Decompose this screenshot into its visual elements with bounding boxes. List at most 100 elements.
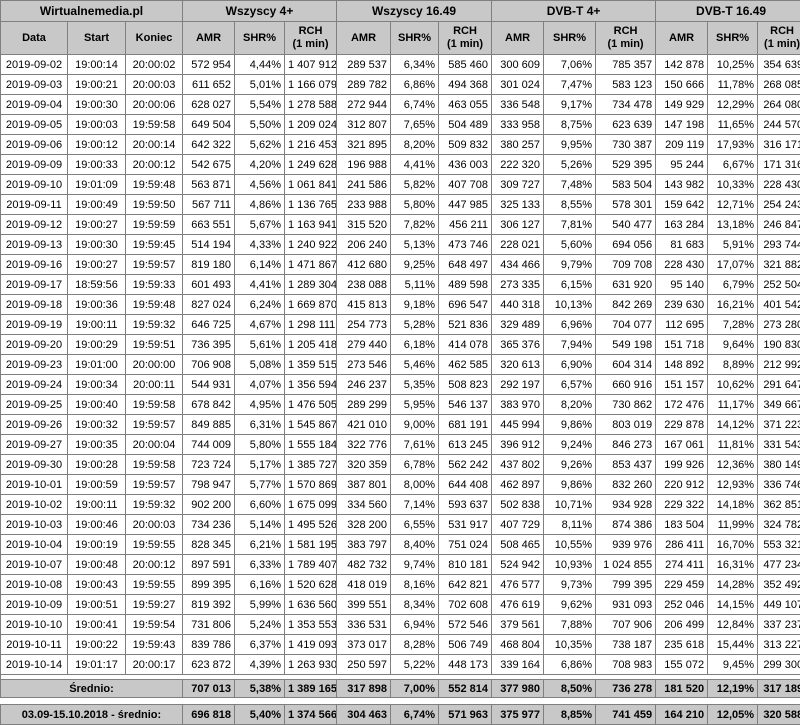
cell-amr: 163 284 [656,215,708,235]
cell-shr: 5,28% [391,315,439,335]
cell-shr: 7,88% [544,615,596,635]
table-row: 2019-09-2719:00:3520:00:04744 0095,80%1 … [1,435,800,455]
cell-end: 19:59:48 [126,295,183,315]
previous-cell-amr: 375 977 [492,705,544,725]
previous-cell-amr: 164 210 [656,705,708,725]
cell-rch: 401 542 [758,295,800,315]
cell-rch: 644 408 [439,475,492,495]
cell-date: 2019-09-25 [1,395,68,415]
cell-end: 19:59:57 [126,475,183,495]
column-header-rch: RCH(1 min) [596,22,656,55]
cell-rch: 934 928 [596,495,656,515]
cell-amr: 387 801 [337,475,391,495]
cell-shr: 7,82% [391,215,439,235]
cell-amr: 229 322 [656,495,708,515]
cell-shr: 14,15% [708,595,758,615]
cell-date: 2019-09-24 [1,375,68,395]
cell-rch: 473 746 [439,235,492,255]
cell-shr: 8,20% [391,135,439,155]
cell-rch: 228 430 [758,175,800,195]
cell-start: 19:00:03 [68,115,126,135]
cell-shr: 6,31% [235,415,285,435]
cell-shr: 6,37% [235,635,285,655]
previous-cell-rch: 741 459 [596,705,656,725]
previous-cell-rch: 571 963 [439,705,492,725]
column-header-shr: SHR% [544,22,596,55]
table-row: 2019-09-0919:00:3320:00:12542 6754,20%1 … [1,155,800,175]
cell-amr: 649 504 [183,115,235,135]
table-row: 2019-10-1019:00:4119:59:54731 8065,24%1 … [1,615,800,635]
table-row: 2019-09-1219:00:2719:59:59663 5515,67%1 … [1,215,800,235]
cell-end: 19:59:32 [126,315,183,335]
cell-shr: 9,45% [708,655,758,675]
table-row: 2019-10-1119:00:2219:59:43839 7866,37%1 … [1,635,800,655]
cell-shr: 10,55% [544,535,596,555]
cell-date: 2019-09-16 [1,255,68,275]
cell-shr: 7,14% [391,495,439,515]
cell-amr: 329 489 [492,315,544,335]
cell-rch: 832 260 [596,475,656,495]
cell-shr: 6,57% [544,375,596,395]
cell-rch: 456 211 [439,215,492,235]
cell-rch: 1 669 870 [285,295,337,315]
cell-amr: 206 499 [656,615,708,635]
cell-start: 19:00:32 [68,415,126,435]
rch-sublabel: (1 min) [608,38,644,50]
cell-shr: 9,73% [544,575,596,595]
cell-date: 2019-09-27 [1,435,68,455]
cell-rch: 709 708 [596,255,656,275]
cell-rch: 273 280 [758,315,800,335]
cell-rch: 585 460 [439,55,492,75]
cell-start: 19:00:36 [68,295,126,315]
cell-start: 19:00:51 [68,595,126,615]
cell-amr: 289 299 [337,395,391,415]
cell-end: 19:59:32 [126,495,183,515]
cell-rch: 299 300 [758,655,800,675]
cell-rch: 604 314 [596,355,656,375]
cell-shr: 6,78% [391,455,439,475]
cell-shr: 6,74% [391,95,439,115]
average-cell-shr: 5,38% [235,680,285,698]
cell-amr: 279 440 [337,335,391,355]
cell-amr: 482 732 [337,555,391,575]
cell-end: 19:59:43 [126,635,183,655]
cell-shr: 9,25% [391,255,439,275]
table-row: 2019-09-0219:00:1420:00:02572 9544,44%1 … [1,55,800,75]
cell-shr: 5,99% [235,595,285,615]
cell-end: 19:59:55 [126,575,183,595]
cell-date: 2019-09-23 [1,355,68,375]
cell-shr: 12,29% [708,95,758,115]
cell-rch: 1 520 628 [285,575,337,595]
cell-rch: 1 471 867 [285,255,337,275]
cell-shr: 5,91% [708,235,758,255]
cell-end: 19:59:33 [126,275,183,295]
cell-rch: 529 395 [596,155,656,175]
cell-amr: 233 988 [337,195,391,215]
cell-shr: 8,55% [544,195,596,215]
cell-shr: 16,70% [708,535,758,555]
cell-amr: 514 194 [183,235,235,255]
cell-start: 19:00:29 [68,335,126,355]
cell-shr: 6,33% [235,555,285,575]
cell-end: 19:59:57 [126,415,183,435]
cell-amr: 273 546 [337,355,391,375]
table-row: 2019-10-0119:00:5919:59:57798 9475,77%1 … [1,475,800,495]
cell-start: 19:00:46 [68,515,126,535]
average-cell-shr: 12,19% [708,680,758,698]
cell-amr: 273 335 [492,275,544,295]
cell-shr: 8,00% [391,475,439,495]
cell-rch: 696 547 [439,295,492,315]
cell-amr: 159 642 [656,195,708,215]
cell-amr: 828 345 [183,535,235,555]
cell-rch: 494 368 [439,75,492,95]
cell-rch: 1 545 867 [285,415,337,435]
cell-date: 2019-10-02 [1,495,68,515]
cell-amr: 220 912 [656,475,708,495]
cell-amr: 646 725 [183,315,235,335]
previous-cell-shr: 8,85% [544,705,596,725]
cell-shr: 5,95% [391,395,439,415]
cell-shr: 6,86% [544,655,596,675]
cell-start: 18:59:56 [68,275,126,295]
cell-rch: 414 078 [439,335,492,355]
rch-sublabel: (1 min) [292,38,328,50]
